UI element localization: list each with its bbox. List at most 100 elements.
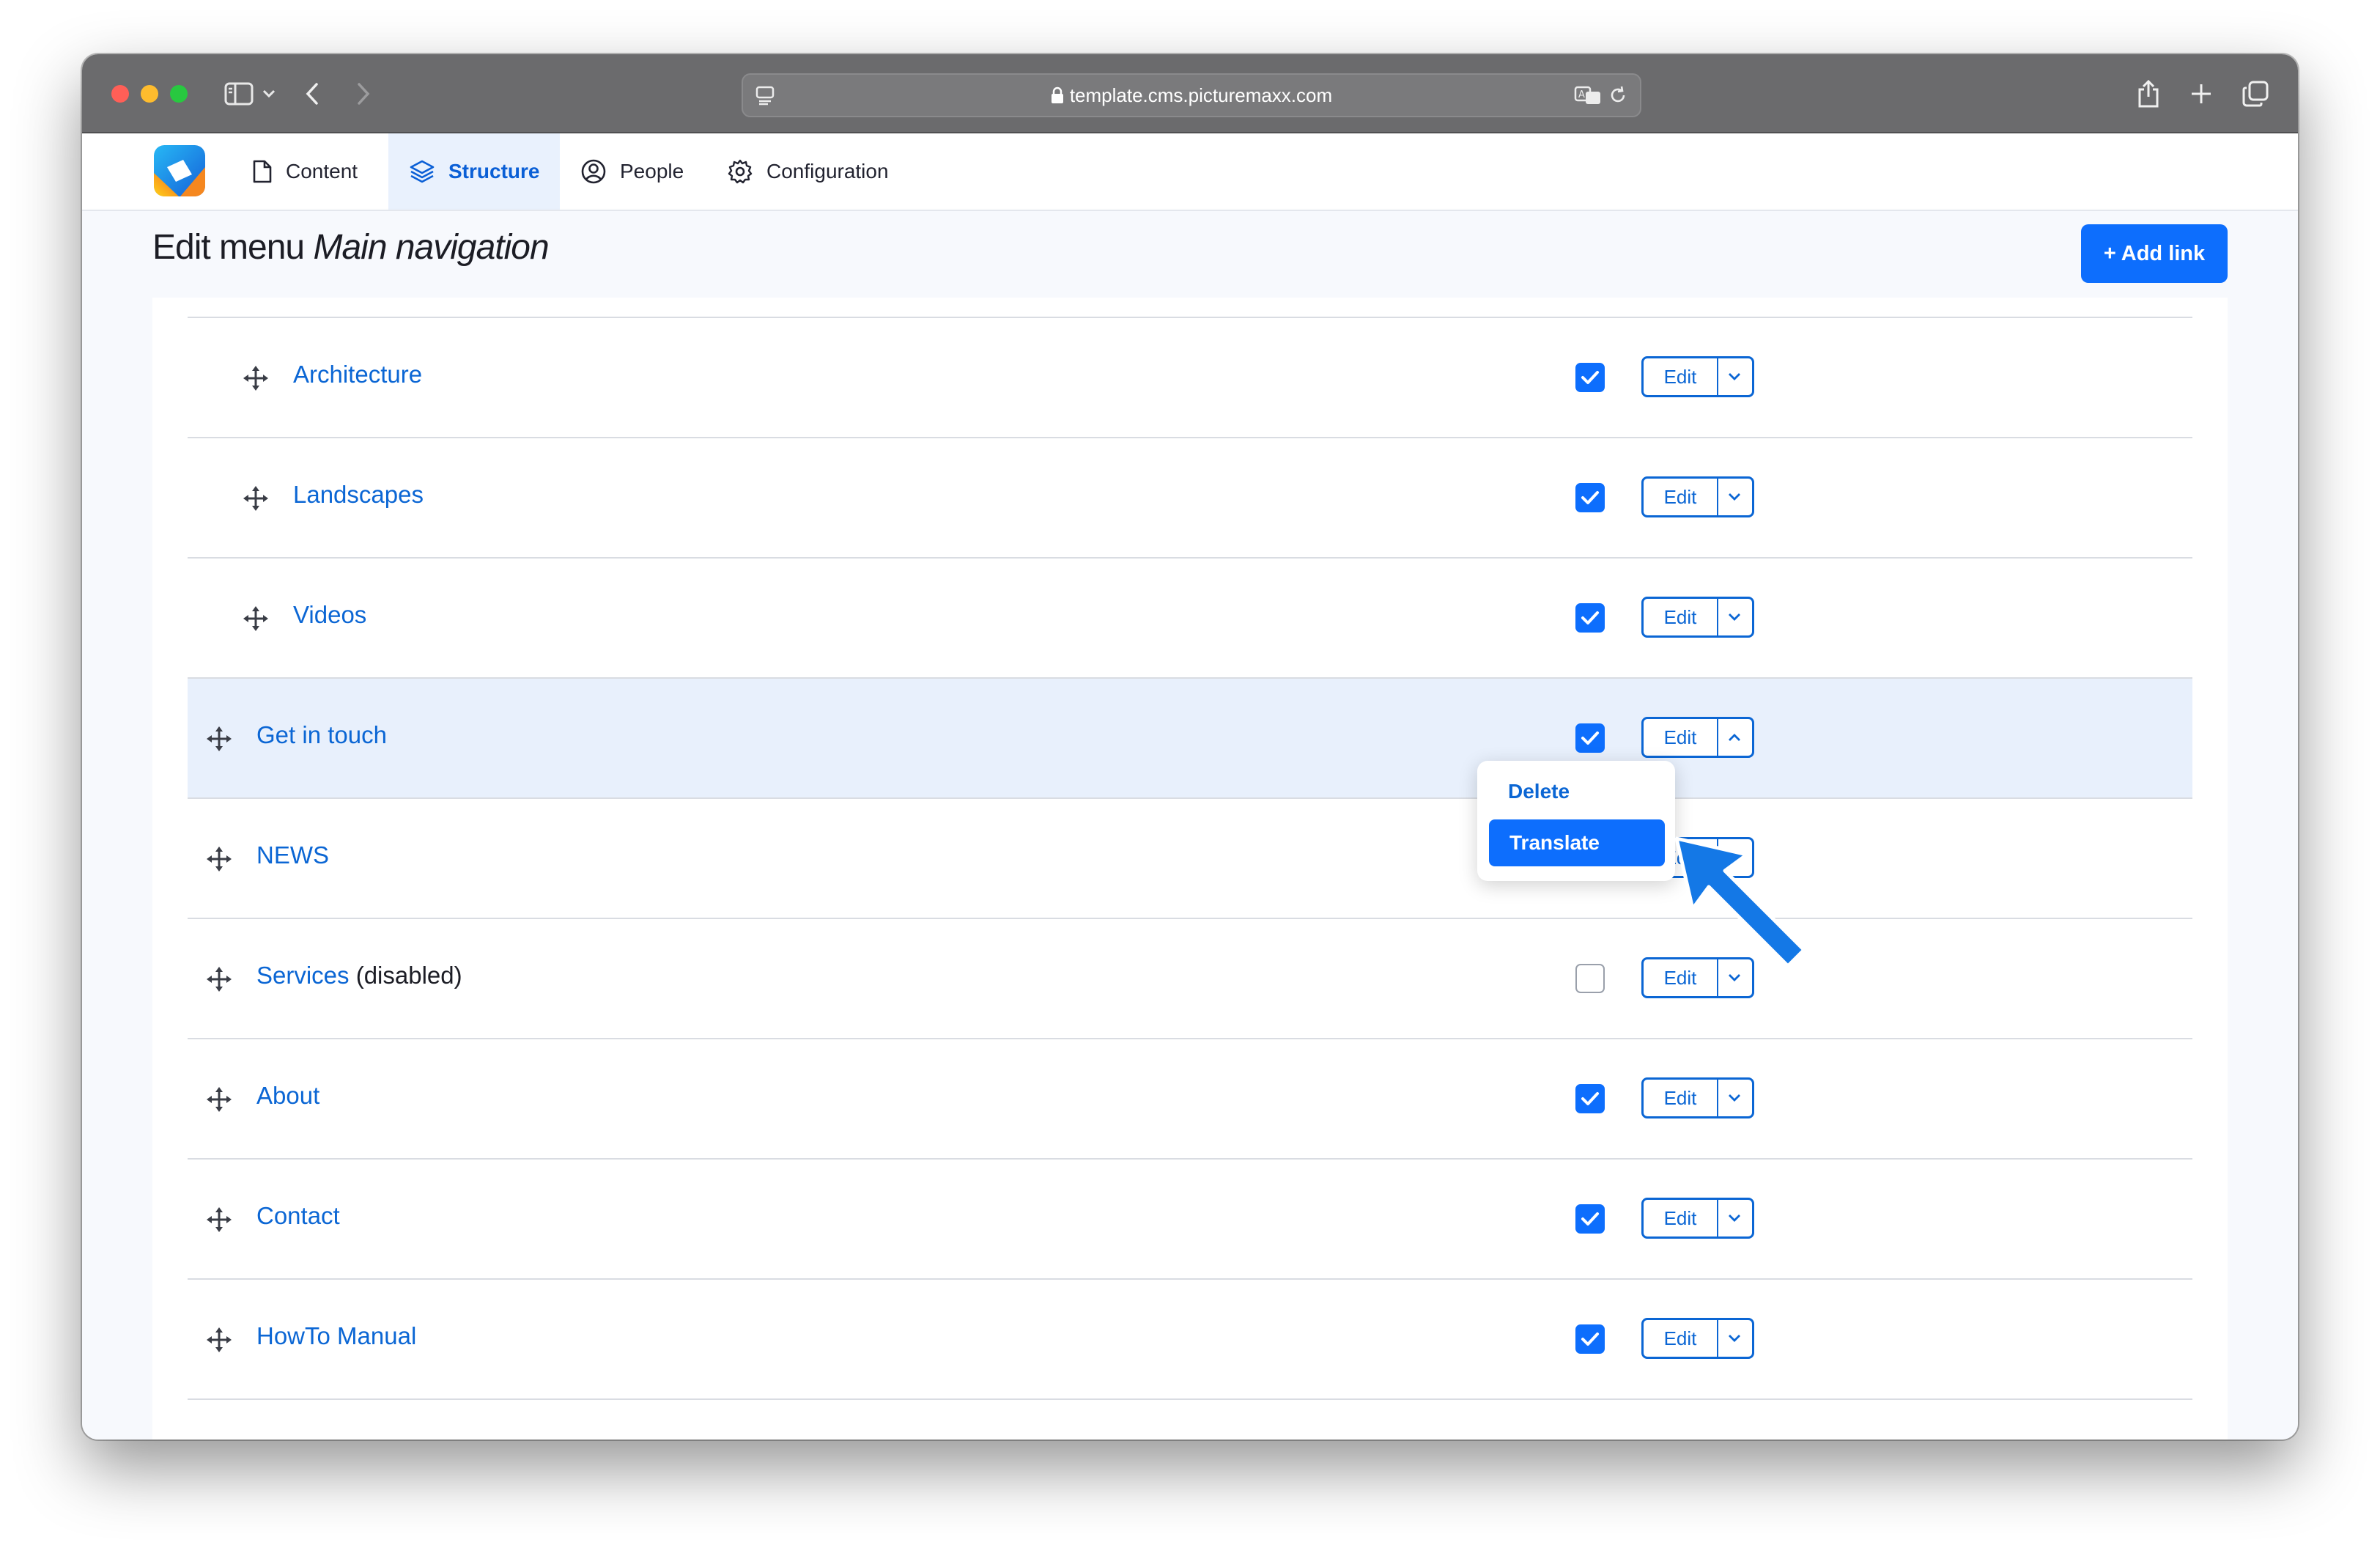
drag-handle-icon[interactable] [243,606,268,631]
menu-link-title[interactable]: About [256,1082,319,1110]
menu-link-title[interactable]: Contact [256,1202,340,1230]
menu-link-row: Contact Edit [188,1158,2192,1278]
minimize-window-button[interactable] [141,85,158,103]
address-bar[interactable]: template.cms.picturemaxx.com A [742,73,1641,117]
menu-link-row: Landscapes Edit [188,437,2192,557]
enabled-checkbox[interactable] [1575,1324,1605,1354]
menu-link-title[interactable]: HowTo Manual [256,1322,416,1350]
drag-handle-icon[interactable] [207,726,232,751]
toolbar-item-people[interactable]: People [580,133,698,210]
translate-menu-item[interactable]: Translate [1489,819,1665,866]
checkmark-icon [1581,371,1599,384]
tab-overview-icon[interactable] [2238,76,2273,111]
drag-handle-icon[interactable] [207,847,232,871]
disabled-suffix: (disabled) [355,962,462,989]
toolbar-item-content[interactable]: Content [245,133,399,210]
menu-link-title[interactable]: Services (disabled) [256,962,462,989]
menu-link-title[interactable]: Get in touch [256,721,387,749]
page-header: Edit menu Main navigation [82,211,2298,298]
url-display: template.cms.picturemaxx.com [743,75,1640,116]
close-window-button[interactable] [111,85,129,103]
dropbutton-toggle[interactable] [1717,1080,1752,1116]
user-circle-icon [581,159,606,184]
menu-link-row: About Edit [188,1038,2192,1158]
menu-link-title[interactable]: Landscapes [293,481,424,509]
toolbar-item-structure[interactable]: Structure [388,133,560,210]
edit-button[interactable]: Edit [1644,1080,1718,1116]
new-tab-icon[interactable] [2184,76,2219,111]
menu-link-row: Services (disabled) Edit [188,918,2192,1038]
edit-dropbutton: Edit [1641,476,1754,517]
edit-button[interactable]: Edit [1644,1200,1718,1236]
checkmark-icon [1581,1333,1599,1346]
browser-titlebar: template.cms.picturemaxx.com A [82,54,2298,133]
toolbar-item-label: Content [286,160,358,183]
reload-icon[interactable] [1600,78,1636,113]
menu-link-row: Architecture Edit [188,317,2192,437]
dropbutton-toggle[interactable] [1717,1320,1752,1357]
chevron-down-icon [1729,373,1740,380]
menu-link-title[interactable]: Videos [293,601,366,629]
drag-handle-icon[interactable] [207,967,232,992]
toolbar-item-label: Configuration [766,160,889,183]
annotation-arrow-icon [1674,836,1806,968]
forward-icon[interactable] [346,76,381,111]
page-title-menu-name: Main navigation [313,228,549,267]
drag-handle-icon[interactable] [243,366,268,391]
svg-text:A: A [1578,89,1585,100]
browser-window: template.cms.picturemaxx.com A Content S… [82,54,2298,1440]
admin-toolbar: Content Structure People Configuration [82,133,2298,211]
enabled-checkbox[interactable] [1575,603,1605,633]
enabled-checkbox[interactable] [1575,483,1605,512]
toolbar-item-configuration[interactable]: Configuration [727,133,917,210]
cms-logo[interactable] [154,145,205,196]
dropbutton-toggle[interactable] [1717,358,1752,395]
checkmark-icon [1581,731,1599,745]
edit-button[interactable]: Edit [1644,1320,1718,1357]
enabled-checkbox[interactable] [1575,1204,1605,1234]
enabled-checkbox[interactable] [1575,363,1605,392]
share-icon[interactable] [2131,76,2166,111]
edit-button[interactable]: Edit [1644,358,1718,395]
drag-handle-icon[interactable] [207,1207,232,1232]
delete-menu-item[interactable]: Delete [1508,780,1570,803]
edit-dropbutton: Edit [1641,1077,1754,1118]
edit-button[interactable]: Edit [1644,719,1718,756]
enabled-checkbox[interactable] [1575,964,1605,993]
edit-button[interactable]: Edit [1644,599,1718,635]
drag-handle-icon[interactable] [243,486,268,511]
toolbar-item-label: Structure [448,160,540,183]
drag-handle-icon[interactable] [207,1327,232,1352]
chevron-down-icon[interactable] [258,76,280,111]
maximize-window-button[interactable] [170,85,188,103]
edit-dropbutton: Edit [1641,1318,1754,1359]
drag-handle-icon[interactable] [207,1087,232,1112]
layers-icon [410,160,435,183]
back-icon[interactable] [295,76,330,111]
chevron-down-icon [1729,974,1740,981]
dropbutton-toggle[interactable] [1717,1200,1752,1236]
enabled-checkbox[interactable] [1575,723,1605,753]
menu-link-title[interactable]: Architecture [293,361,422,388]
menu-link-row: NEWS Edit [188,797,2192,918]
checkmark-icon [1581,491,1599,504]
edit-button[interactable]: Edit [1644,479,1718,515]
enabled-checkbox[interactable] [1575,1084,1605,1113]
gear-icon [728,159,753,184]
document-icon [253,160,272,183]
page-title: Edit menu Main navigation [152,227,550,268]
chevron-down-icon [1729,613,1740,621]
edit-dropbutton: Edit [1641,597,1754,638]
dropbutton-toggle[interactable] [1717,479,1752,515]
dropbutton-toggle[interactable] [1717,599,1752,635]
menu-link-row: HowTo Manual Edit [188,1278,2192,1400]
menu-link-title[interactable]: NEWS [256,841,329,869]
add-link-button[interactable]: + Add link [2081,224,2228,283]
edit-dropbutton: Edit [1641,356,1754,397]
sidebar-toggle-icon[interactable] [221,76,256,111]
checkmark-icon [1581,611,1599,624]
chevron-down-icon [1729,1094,1740,1102]
menu-link-row-highlighted: Get in touch Edit [188,677,2192,797]
dropbutton-toggle[interactable] [1717,719,1752,756]
page-title-prefix: Edit menu [152,228,305,267]
